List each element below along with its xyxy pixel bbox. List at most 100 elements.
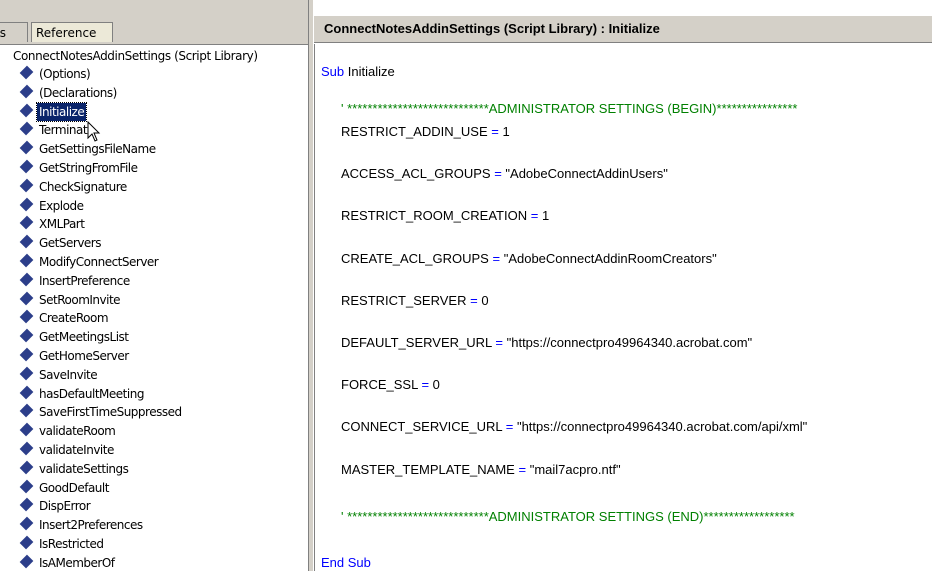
tree-item-label: IsRestricted: [39, 537, 104, 551]
variable-name: ACCESS_ACL_GROUPS: [341, 166, 491, 182]
tree-item-label: Explode: [39, 198, 84, 213]
method-diamond-icon: [19, 366, 34, 381]
tree-item[interactable]: GetMeetingsList: [19, 328, 131, 346]
method-diamond-icon: [19, 216, 34, 230]
tree-item[interactable]: GetHomeServer: [19, 347, 131, 365]
tree-item[interactable]: (Options): [19, 65, 92, 83]
tree-item[interactable]: DispError: [19, 497, 92, 515]
comment-begin[interactable]: ' ****************************ADMINISTRA…: [341, 101, 797, 116]
tree-item[interactable]: IsAMemberOf: [19, 554, 117, 571]
tree-item-label: GoodDefault: [39, 480, 109, 495]
method-diamond-icon: [19, 422, 34, 437]
assign-operator: =: [492, 250, 501, 266]
comment-begin-prefix: ' ****************************: [341, 101, 489, 116]
code-line-assignment[interactable]: CONNECT_SERVICE_URL = "https://connectpr…: [341, 419, 807, 434]
assign-operator: =: [494, 166, 502, 182]
tree-item[interactable]: (Declarations): [19, 84, 119, 102]
method-diamond-icon: [19, 103, 34, 117]
tree-item-label: hasDefaultMeeting: [39, 386, 144, 401]
code-line-end-sub[interactable]: End Sub: [321, 555, 371, 570]
tree-item[interactable]: Insert2Preferences: [19, 516, 145, 534]
method-diamond-icon: [19, 516, 34, 531]
tree-item[interactable]: XMLPart: [19, 215, 86, 233]
editor-title: ConnectNotesAddinSettings (Script Librar…: [324, 21, 660, 36]
tree-item[interactable]: ModifyConnectServer: [19, 253, 160, 271]
method-diamond-icon: [19, 385, 34, 399]
method-diamond-icon: [19, 404, 34, 418]
tree-item-label: (Declarations): [39, 85, 117, 100]
tree-item[interactable]: SaveInvite: [19, 366, 99, 384]
tree-item[interactable]: hasDefaultMeeting: [19, 385, 146, 403]
method-diamond-icon: [19, 347, 34, 362]
assigned-value: "AdobeConnectAddinUsers": [505, 166, 668, 182]
tree-item[interactable]: validateSettings: [19, 460, 130, 478]
method-diamond-icon: [19, 441, 34, 456]
method-diamond-icon: [19, 479, 34, 493]
code-editor[interactable]: Sub Initialize ' ***********************…: [314, 44, 932, 571]
tree-item-label: GetHomeServer: [39, 349, 129, 363]
sub-name: Initialize: [347, 64, 395, 79]
tree-item[interactable]: SetRoomInvite: [19, 291, 122, 309]
assigned-value: 0: [432, 377, 440, 393]
tree-item-label: SaveInvite: [39, 367, 98, 382]
method-diamond-icon: [19, 554, 34, 569]
method-diamond-icon: [19, 498, 34, 512]
tree-item[interactable]: Explode: [19, 197, 85, 215]
comment-end-suffix: ******************: [703, 509, 795, 524]
tab-objects[interactable]: ts: [0, 22, 28, 42]
objects-pane: ts Reference ConnectNotesAddinSettings (…: [0, 0, 308, 571]
tree-item-label: XMLPart: [39, 217, 85, 232]
variable-name: MASTER_TEMPLATE_NAME: [341, 461, 515, 477]
tree-item[interactable]: CheckSignature: [19, 178, 129, 196]
editor-title-bar: ConnectNotesAddinSettings (Script Librar…: [314, 15, 932, 43]
code-line-assignment[interactable]: DEFAULT_SERVER_URL = "https://connectpro…: [341, 335, 752, 350]
comment-end[interactable]: ' ****************************ADMINISTRA…: [341, 509, 795, 524]
tree-item[interactable]: SaveFirstTimeSuppressed: [19, 403, 184, 421]
assign-operator: =: [518, 461, 527, 477]
code-line-sub[interactable]: Sub Initialize: [321, 64, 395, 79]
code-line-assignment[interactable]: RESTRICT_ADDIN_USE = 1: [341, 124, 510, 139]
method-diamond-icon: [19, 291, 34, 305]
tree-item[interactable]: InsertPreference: [19, 272, 132, 290]
tree-item-label: DispError: [39, 499, 91, 514]
tree-item-label: CheckSignature: [39, 179, 127, 194]
tree-item[interactable]: GetServers: [19, 234, 103, 252]
code-line-assignment[interactable]: ACCESS_ACL_GROUPS = "AdobeConnectAddinUs…: [341, 166, 668, 181]
tree-item-label: (Options): [39, 67, 91, 81]
code-line-assignment[interactable]: FORCE_SSL = 0: [341, 377, 440, 392]
script-editor-pane: ConnectNotesAddinSettings (Script Librar…: [314, 0, 932, 571]
code-line-assignment[interactable]: RESTRICT_SERVER = 0: [341, 293, 489, 308]
variable-name: CREATE_ACL_GROUPS: [341, 250, 489, 266]
tree-item-label: GetStringFromFile: [39, 161, 138, 175]
variable-name: RESTRICT_ADDIN_USE: [341, 124, 488, 139]
assign-operator: =: [530, 208, 539, 224]
method-diamond-icon: [19, 253, 34, 268]
method-diamond-icon: [19, 140, 34, 155]
method-diamond-icon: [19, 197, 34, 211]
tab-reference[interactable]: Reference: [31, 22, 113, 42]
assigned-value: 1: [502, 124, 510, 139]
tree-item-label: Insert2Preferences: [39, 518, 143, 533]
method-diamond-icon: [19, 328, 34, 343]
method-diamond-icon: [19, 122, 34, 136]
code-line-assignment[interactable]: RESTRICT_ROOM_CREATION = 1: [341, 208, 549, 223]
tree-item[interactable]: GoodDefault: [19, 479, 111, 497]
tree-item[interactable]: validateRoom: [19, 422, 117, 440]
variable-name: RESTRICT_SERVER: [341, 292, 467, 308]
tree-item-label: SetRoomInvite: [39, 292, 121, 307]
comment-begin-text: ADMINISTRATOR SETTINGS (BEGIN): [488, 101, 717, 116]
variable-name: RESTRICT_ROOM_CREATION: [341, 208, 528, 224]
tree-item[interactable]: validateInvite: [19, 441, 116, 459]
tree-item[interactable]: Terminate: [19, 121, 96, 139]
tree-item[interactable]: GetStringFromFile: [19, 159, 140, 177]
tree-item[interactable]: IsRestricted: [19, 535, 106, 553]
tree-item-label: GetMeetingsList: [39, 330, 129, 345]
assigned-value: 0: [481, 292, 489, 308]
method-diamond-icon: [19, 159, 34, 174]
tree-item[interactable]: CreateRoom: [19, 309, 110, 327]
code-line-assignment[interactable]: MASTER_TEMPLATE_NAME = "mail7acpro.ntf": [341, 462, 621, 477]
code-line-assignment[interactable]: CREATE_ACL_GROUPS = "AdobeConnectAddinRo…: [341, 251, 717, 266]
tree-item[interactable]: Initialize: [19, 101, 88, 122]
tree-root-script-library[interactable]: ConnectNotesAddinSettings (Script Librar…: [13, 48, 258, 65]
assigned-value: "AdobeConnectAddinRoomCreators": [503, 250, 717, 266]
